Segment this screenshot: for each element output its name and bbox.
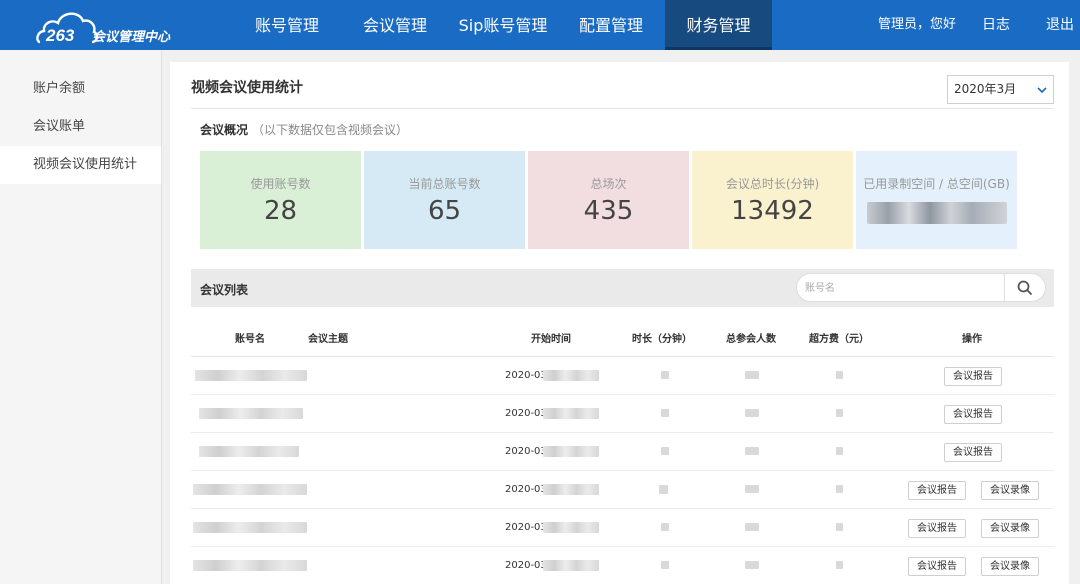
meeting-recording-button[interactable]: 会议录像	[981, 557, 1039, 576]
column-header-participants: 总参会人数	[726, 334, 776, 345]
start-time-obscured	[543, 522, 599, 533]
table-row: 2020-03 会议报告 会议录像	[191, 509, 1054, 547]
start-time-obscured	[543, 446, 599, 457]
stat-card-label: 已用录制空间 / 总空间(GB)	[863, 177, 1010, 191]
search-icon	[1017, 280, 1033, 296]
stat-card-label: 当前总账号数	[408, 177, 481, 191]
month-select[interactable]: 2020年3月	[947, 75, 1054, 104]
start-time-obscured	[543, 408, 599, 419]
stat-card-label: 会议总时长(分钟)	[725, 177, 820, 191]
participants-cell-obscured	[745, 523, 759, 531]
stat-card-value: 28	[263, 196, 298, 226]
table-row: 2020-03- 会议报告 会议录像	[191, 471, 1054, 509]
column-header-actions: 操作	[962, 334, 982, 345]
account-cell-obscured	[193, 560, 307, 571]
stat-card-label: 使用账号数	[250, 177, 311, 191]
fee-cell-obscured	[836, 409, 843, 417]
stat-card-value: 13492	[731, 196, 814, 226]
participants-cell-obscured	[745, 409, 759, 417]
meeting-report-button[interactable]: 会议报告	[944, 367, 1002, 386]
nav-finance-management[interactable]: 财务管理	[665, 0, 772, 50]
logo[interactable]: 263 会议管理中心	[36, 6, 196, 46]
overview-heading: 会议概况 （以下数据仅包含视频会议）	[200, 121, 408, 138]
column-header-overage-fee: 超方费（元）	[809, 334, 869, 345]
sidebar-item-video-usage-stats[interactable]: 视频会议使用统计	[0, 146, 161, 184]
account-cell-obscured	[199, 408, 303, 419]
chevron-down-icon	[1037, 87, 1047, 94]
duration-cell-obscured	[661, 447, 669, 455]
meeting-list-title: 会议列表	[200, 283, 249, 297]
logo-text: 会议管理中心	[92, 30, 171, 45]
log-link[interactable]: 日志	[982, 0, 1010, 50]
logout-link[interactable]: 退出	[1046, 0, 1074, 50]
stat-card-used-accounts: 使用账号数 28	[200, 151, 361, 249]
top-nav-bar: 263 会议管理中心 账号管理 会议管理 Sip账号管理 配置管理 财务管理 管…	[0, 0, 1080, 50]
stat-card-value: 65	[427, 196, 462, 226]
meeting-report-button[interactable]: 会议报告	[908, 557, 966, 576]
stat-card-recording-space: 已用录制空间 / 总空间(GB)	[856, 151, 1017, 249]
duration-cell-obscured	[659, 485, 668, 494]
search-button[interactable]	[1004, 274, 1045, 301]
search-input[interactable]	[805, 279, 1001, 297]
search-box	[796, 273, 1046, 302]
account-cell-obscured	[193, 484, 307, 495]
nav-account-management[interactable]: 账号管理	[248, 0, 326, 50]
account-cell-obscured	[195, 370, 307, 381]
participants-cell-obscured	[745, 561, 759, 569]
duration-cell-obscured	[661, 561, 669, 569]
duration-cell-obscured	[661, 523, 669, 531]
account-cell-obscured	[199, 446, 299, 457]
sidebar-item-account-balance[interactable]: 账户余额	[0, 70, 161, 108]
stat-card-value: 435	[583, 196, 634, 226]
title-divider	[191, 108, 1054, 109]
stat-card-label: 总场次	[590, 177, 627, 191]
start-time-obscured	[543, 484, 599, 495]
duration-cell-obscured	[661, 409, 669, 417]
fee-cell-obscured	[836, 447, 843, 455]
fee-cell-obscured	[836, 371, 843, 379]
overview-note: （以下数据仅包含视频会议）	[252, 123, 409, 137]
nav-meeting-management[interactable]: 会议管理	[356, 0, 434, 50]
main-panel: 视频会议使用统计 2020年3月 会议概况 （以下数据仅包含视频会议） 使用账号数…	[170, 62, 1069, 584]
column-header-account: 账号名	[235, 334, 265, 345]
meeting-report-button[interactable]: 会议报告	[944, 443, 1002, 462]
start-time-cell: 2020-03	[505, 522, 547, 533]
duration-cell-obscured	[661, 371, 669, 379]
stat-card-total-sessions: 总场次 435	[528, 151, 689, 249]
sidebar: 账户余额 会议账单 视频会议使用统计	[0, 50, 162, 584]
participants-cell-obscured	[745, 485, 759, 493]
meeting-report-button[interactable]: 会议报告	[908, 519, 966, 538]
fee-cell-obscured	[836, 561, 843, 569]
sidebar-item-meeting-bill[interactable]: 会议账单	[0, 108, 161, 146]
fee-cell-obscured	[836, 485, 843, 493]
stat-card-value-obscured	[866, 202, 1007, 224]
participants-cell-obscured	[745, 447, 759, 455]
meeting-report-button[interactable]: 会议报告	[944, 405, 1002, 424]
user-greeting: 管理员，您好	[878, 17, 957, 32]
fee-cell-obscured	[836, 523, 843, 531]
meeting-recording-button[interactable]: 会议录像	[981, 481, 1039, 500]
table-row: 2020-03- 会议报告	[191, 433, 1054, 471]
page-title: 视频会议使用统计	[191, 80, 303, 96]
table-row: 2020-03- 会议报告 会议录像	[191, 547, 1054, 584]
overview-title: 会议概况	[200, 123, 249, 137]
nav-sip-account-management[interactable]: Sip账号管理	[455, 0, 551, 50]
svg-text:263: 263	[45, 26, 75, 45]
meeting-list-toolbar: 会议列表	[191, 269, 1054, 307]
column-header-duration: 时长（分钟）	[632, 334, 692, 345]
stat-card-total-accounts: 当前总账号数 65	[364, 151, 525, 249]
column-header-start-time: 开始时间	[531, 334, 571, 345]
month-select-value: 2020年3月	[954, 82, 1017, 96]
stat-card-total-duration: 会议总时长(分钟) 13492	[692, 151, 853, 249]
nav-config-management[interactable]: 配置管理	[572, 0, 650, 50]
meeting-report-button[interactable]: 会议报告	[908, 481, 966, 500]
column-header-topic: 会议主题	[308, 334, 348, 345]
table-row: 2020-03- 会议报告	[191, 357, 1054, 395]
start-time-obscured	[543, 370, 599, 381]
table-row: 2020-03- 会议报告	[191, 395, 1054, 433]
participants-cell-obscured	[745, 371, 759, 379]
meeting-recording-button[interactable]: 会议录像	[981, 519, 1039, 538]
account-cell-obscured	[193, 522, 307, 533]
start-time-obscured	[543, 560, 599, 571]
